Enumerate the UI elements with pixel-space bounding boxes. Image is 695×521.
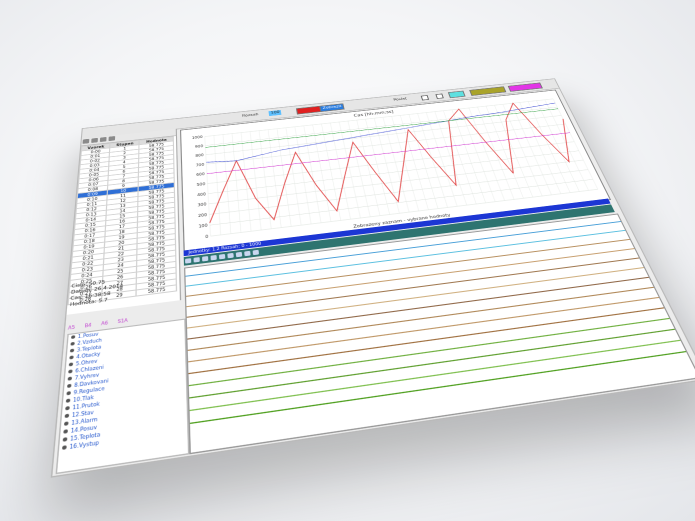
checkbox-2[interactable]: [435, 93, 444, 99]
channel-dot-icon: [62, 437, 68, 442]
settings-icon[interactable]: [108, 136, 116, 142]
channel-dot-icon: [68, 362, 74, 367]
channel-dot-icon: [69, 348, 75, 353]
grid-line: [207, 142, 574, 184]
y-tick-label: 900: [195, 144, 204, 149]
zoom-in-icon[interactable]: [244, 250, 251, 257]
grid-line: [206, 124, 565, 164]
y-tick-label: 800: [195, 153, 204, 158]
grid-line: [214, 136, 221, 235]
grid-line: [330, 123, 350, 219]
grid-line: [205, 137, 211, 237]
grid-line: [452, 110, 486, 203]
checkbox-1[interactable]: [420, 95, 430, 101]
grid-line: [348, 121, 370, 217]
channel-dot-icon: [63, 421, 69, 426]
grid-line: [374, 118, 399, 213]
grid-line: [460, 109, 495, 202]
y-tick-label: 700: [196, 162, 205, 167]
range-label: Rozsah: [241, 113, 259, 119]
y-tick-label: 100: [199, 223, 209, 229]
cyan-swatch-button[interactable]: [447, 90, 466, 99]
grid-line: [208, 151, 579, 194]
grid-line: [286, 128, 301, 225]
channel-dot-icon: [65, 406, 70, 411]
channel-dot-icon: [62, 445, 67, 450]
range-value[interactable]: 100: [268, 109, 282, 117]
y-tick-label: 300: [198, 202, 207, 207]
next-icon[interactable]: [227, 252, 234, 259]
grid-line: [503, 104, 542, 196]
print-icon[interactable]: [99, 136, 107, 143]
red-swatch-button[interactable]: [295, 105, 322, 115]
chart-header: Cas [hh:mm:ss]: [353, 110, 394, 118]
tab[interactable]: A5: [68, 324, 75, 330]
prev-icon[interactable]: [193, 257, 200, 263]
forward-icon[interactable]: [218, 253, 226, 260]
channel-dot-icon: [63, 429, 68, 434]
channel-dot-icon: [64, 413, 70, 419]
grid-line: [241, 133, 251, 232]
grid-line: [418, 114, 448, 208]
grid-line: [486, 106, 523, 198]
grid-line: [232, 134, 241, 233]
grid-line: [409, 114, 438, 208]
grid-line: [223, 135, 231, 234]
grid-line: [426, 113, 457, 207]
rewind-icon[interactable]: [202, 256, 209, 262]
grid-line: [536, 101, 579, 192]
y-tick-label: 200: [198, 212, 208, 217]
last-icon[interactable]: [235, 251, 243, 258]
grid-line: [357, 120, 380, 216]
channel-dot-icon: [69, 355, 74, 360]
first-icon[interactable]: [184, 258, 192, 264]
grid-line: [339, 122, 360, 218]
grid-line: [528, 102, 570, 193]
grid-line: [209, 160, 584, 204]
channel-dot-icon: [67, 376, 73, 381]
channel-dot-icon: [68, 369, 73, 374]
grid-line: [304, 126, 321, 223]
series-line-3: [207, 133, 570, 174]
channel-dot-icon: [66, 391, 71, 396]
tab[interactable]: A6: [101, 320, 108, 326]
y-axis-ticks: 10009008007006005004003002001000: [192, 135, 209, 239]
channel-legend: 1.Posuv 2.Vzduch 3.Teplota 4.Otacky 5.Ohrev 6…: [55, 318, 190, 475]
send-label: Poslat: [393, 97, 408, 103]
tab[interactable]: B4: [84, 322, 91, 328]
grid-line: [250, 132, 261, 230]
y-tick-label: 0: [205, 234, 209, 239]
grid-line: [365, 119, 389, 214]
open-icon[interactable]: [82, 138, 90, 144]
channel-dot-icon: [65, 398, 71, 403]
magenta-swatch-button[interactable]: [507, 82, 543, 92]
y-tick-label: 600: [196, 172, 205, 177]
zoom-out-icon[interactable]: [252, 249, 260, 256]
tab[interactable]: S1A: [117, 317, 127, 324]
save-icon[interactable]: [91, 137, 98, 143]
play-icon[interactable]: [210, 254, 217, 261]
blue-swatch-button[interactable]: Zobrazit: [319, 103, 345, 113]
grid-line: [553, 99, 598, 189]
grid-line: [469, 108, 505, 201]
channel-dot-icon: [67, 383, 72, 388]
app-window: Rozsah 100 Zobrazit Poslat Vzorek Stupen…: [50, 78, 695, 478]
channel-dot-icon: [70, 341, 75, 346]
grid-line: [435, 112, 467, 205]
channel-dot-icon: [70, 335, 76, 340]
y-tick-label: 1000: [192, 135, 203, 140]
stage: Rozsah 100 Zobrazit Poslat Vzorek Stupen…: [0, 0, 695, 521]
grid-line: [313, 125, 331, 222]
y-tick-label: 500: [197, 182, 206, 187]
y-tick-label: 400: [197, 192, 206, 197]
grid-line: [295, 127, 311, 224]
